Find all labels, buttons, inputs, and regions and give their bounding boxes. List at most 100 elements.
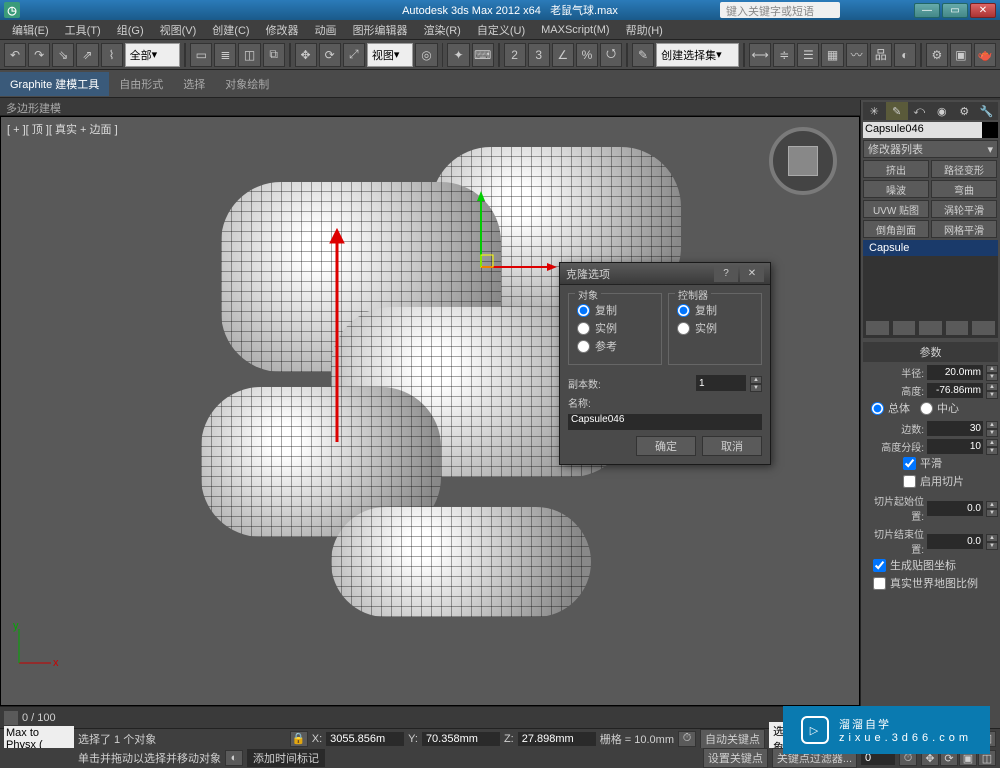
- keyboard-shortcut-button[interactable]: ⌨: [472, 43, 494, 67]
- tab-create[interactable]: ✳: [863, 102, 886, 120]
- select-manipulate-button[interactable]: ✦: [447, 43, 469, 67]
- snap-2d-button[interactable]: 2: [504, 43, 526, 67]
- btn-bevelprofile[interactable]: 倒角剖面: [863, 220, 929, 238]
- lock-selection-button[interactable]: 🔒: [290, 731, 308, 747]
- chk-gen-uv[interactable]: [873, 559, 886, 572]
- time-slider-handle[interactable]: [4, 711, 18, 725]
- use-center-button[interactable]: ◎: [415, 43, 437, 67]
- chk-real-world[interactable]: [873, 577, 886, 590]
- object-name-input[interactable]: Capsule046: [863, 122, 982, 138]
- schematic-view-button[interactable]: 品: [870, 43, 892, 67]
- select-rotate-button[interactable]: ⟳: [319, 43, 341, 67]
- height-down[interactable]: ▼: [986, 391, 998, 399]
- hseg-up[interactable]: ▲: [986, 439, 998, 447]
- hseg-spinner[interactable]: 10: [927, 439, 983, 454]
- transform-gizmo[interactable]: [461, 187, 561, 287]
- menu-customize[interactable]: 自定义(U): [469, 20, 533, 40]
- tab-modify[interactable]: ✎: [886, 102, 909, 120]
- menu-views[interactable]: 视图(V): [152, 20, 205, 40]
- btn-pathdeform[interactable]: 路径变形: [931, 160, 997, 178]
- minimize-button[interactable]: —: [914, 3, 940, 18]
- material-editor-button[interactable]: ◐: [894, 43, 916, 67]
- tab-motion[interactable]: ◉: [931, 102, 954, 120]
- curve-editor-button[interactable]: 〰: [846, 43, 868, 67]
- rendered-frame-button[interactable]: ▣: [950, 43, 972, 67]
- ok-button[interactable]: 确定: [636, 436, 696, 456]
- undo-button[interactable]: ↶: [4, 43, 26, 67]
- btn-turbosmooth[interactable]: 涡轮平滑: [931, 200, 997, 218]
- autokey-button[interactable]: 自动关键点: [700, 729, 765, 749]
- setkey-button[interactable]: 设置关键点: [703, 748, 768, 768]
- percent-snap-button[interactable]: %: [576, 43, 598, 67]
- stack-item-capsule[interactable]: Capsule: [863, 240, 998, 256]
- window-crossing-button[interactable]: ⧉: [263, 43, 285, 67]
- copies-spin-up[interactable]: ▲: [750, 376, 762, 384]
- menu-tools[interactable]: 工具(T): [57, 20, 109, 40]
- redo-button[interactable]: ↷: [28, 43, 50, 67]
- z-coord-input[interactable]: 27.898mm: [518, 732, 596, 746]
- menu-rendering[interactable]: 渲染(R): [416, 20, 469, 40]
- render-setup-button[interactable]: ⚙: [926, 43, 948, 67]
- btn-extrude[interactable]: 挤出: [863, 160, 929, 178]
- ref-coord-dropdown[interactable]: 视图 ▾: [367, 43, 414, 67]
- named-selection-dropdown[interactable]: 创建选择集 ▾: [656, 43, 739, 67]
- name-input[interactable]: Capsule046: [568, 414, 762, 430]
- radio-object-reference[interactable]: 参考: [577, 338, 653, 354]
- hseg-down[interactable]: ▼: [986, 447, 998, 455]
- radius-down[interactable]: ▼: [986, 373, 998, 381]
- height-spinner[interactable]: -76.86mm: [927, 383, 983, 398]
- btn-bend[interactable]: 弯曲: [931, 180, 997, 198]
- ribbon-tab-object-paint[interactable]: 对象绘制: [215, 72, 279, 96]
- chk-smooth[interactable]: [903, 457, 916, 470]
- select-by-name-button[interactable]: ≣: [214, 43, 236, 67]
- viewcube[interactable]: [769, 127, 837, 195]
- select-scale-button[interactable]: ⤢: [343, 43, 365, 67]
- height-up[interactable]: ▲: [986, 383, 998, 391]
- close-button[interactable]: ✕: [970, 3, 996, 18]
- menu-maxscript[interactable]: MAXScript(M): [533, 22, 617, 38]
- slice-from-spinner[interactable]: 0.0: [927, 501, 983, 516]
- radio-ctrl-copy[interactable]: 复制: [677, 302, 753, 318]
- stack-pin-button[interactable]: [865, 320, 890, 336]
- menu-graph-editors[interactable]: 图形编辑器: [345, 20, 416, 40]
- bind-spacewarp-button[interactable]: ⌇: [101, 43, 123, 67]
- cancel-button[interactable]: 取消: [702, 436, 762, 456]
- menu-modifiers[interactable]: 修改器: [258, 20, 307, 40]
- time-config-button[interactable]: ⏱: [678, 731, 696, 747]
- x-coord-input[interactable]: 3055.856m: [326, 732, 404, 746]
- dialog-titlebar[interactable]: 克隆选项 ? ✕: [560, 263, 770, 285]
- viewport-label[interactable]: [ + ][ 顶 ][ 真实 + 边面 ]: [7, 121, 118, 137]
- chk-slice-on[interactable]: [903, 475, 916, 488]
- link-button[interactable]: ⇘: [52, 43, 74, 67]
- radius-up[interactable]: ▲: [986, 365, 998, 373]
- sides-down[interactable]: ▼: [986, 429, 998, 437]
- rollout-parameters[interactable]: 参数: [863, 342, 998, 362]
- selection-filter-dropdown[interactable]: 全部 ▾: [125, 43, 181, 67]
- graphite-ribbon-button[interactable]: ▦: [821, 43, 843, 67]
- stack-show-button[interactable]: [892, 320, 917, 336]
- modifier-list-dropdown[interactable]: 修改器列表▾: [863, 140, 998, 158]
- stack-config-button[interactable]: [971, 320, 996, 336]
- select-region-button[interactable]: ◫: [238, 43, 260, 67]
- object-color-swatch[interactable]: [982, 122, 998, 138]
- render-production-button[interactable]: 🫖: [974, 43, 996, 67]
- ribbon-tab-freeform[interactable]: 自由形式: [109, 72, 173, 96]
- unlink-button[interactable]: ⇗: [76, 43, 98, 67]
- tab-hierarchy[interactable]: ⤺: [908, 102, 931, 120]
- tab-utilities[interactable]: 🔧: [976, 102, 999, 120]
- modifier-stack[interactable]: Capsule: [863, 240, 998, 338]
- comm-center-button[interactable]: ◐: [225, 750, 243, 766]
- slice-to-spinner[interactable]: 0.0: [927, 534, 983, 549]
- select-object-button[interactable]: ▭: [190, 43, 212, 67]
- mirror-button[interactable]: ⟷: [749, 43, 771, 67]
- angle-snap-button[interactable]: ∠: [552, 43, 574, 67]
- menu-group[interactable]: 组(G): [109, 20, 152, 40]
- layer-manager-button[interactable]: ☰: [797, 43, 819, 67]
- radio-ctrl-instance[interactable]: 实例: [677, 320, 753, 336]
- maximize-button[interactable]: ▭: [942, 3, 968, 18]
- btn-noise[interactable]: 噪波: [863, 180, 929, 198]
- stack-remove-button[interactable]: [945, 320, 970, 336]
- sides-spinner[interactable]: 30: [927, 421, 983, 436]
- menu-create[interactable]: 创建(C): [204, 20, 257, 40]
- radio-object-copy[interactable]: 复制: [577, 302, 653, 318]
